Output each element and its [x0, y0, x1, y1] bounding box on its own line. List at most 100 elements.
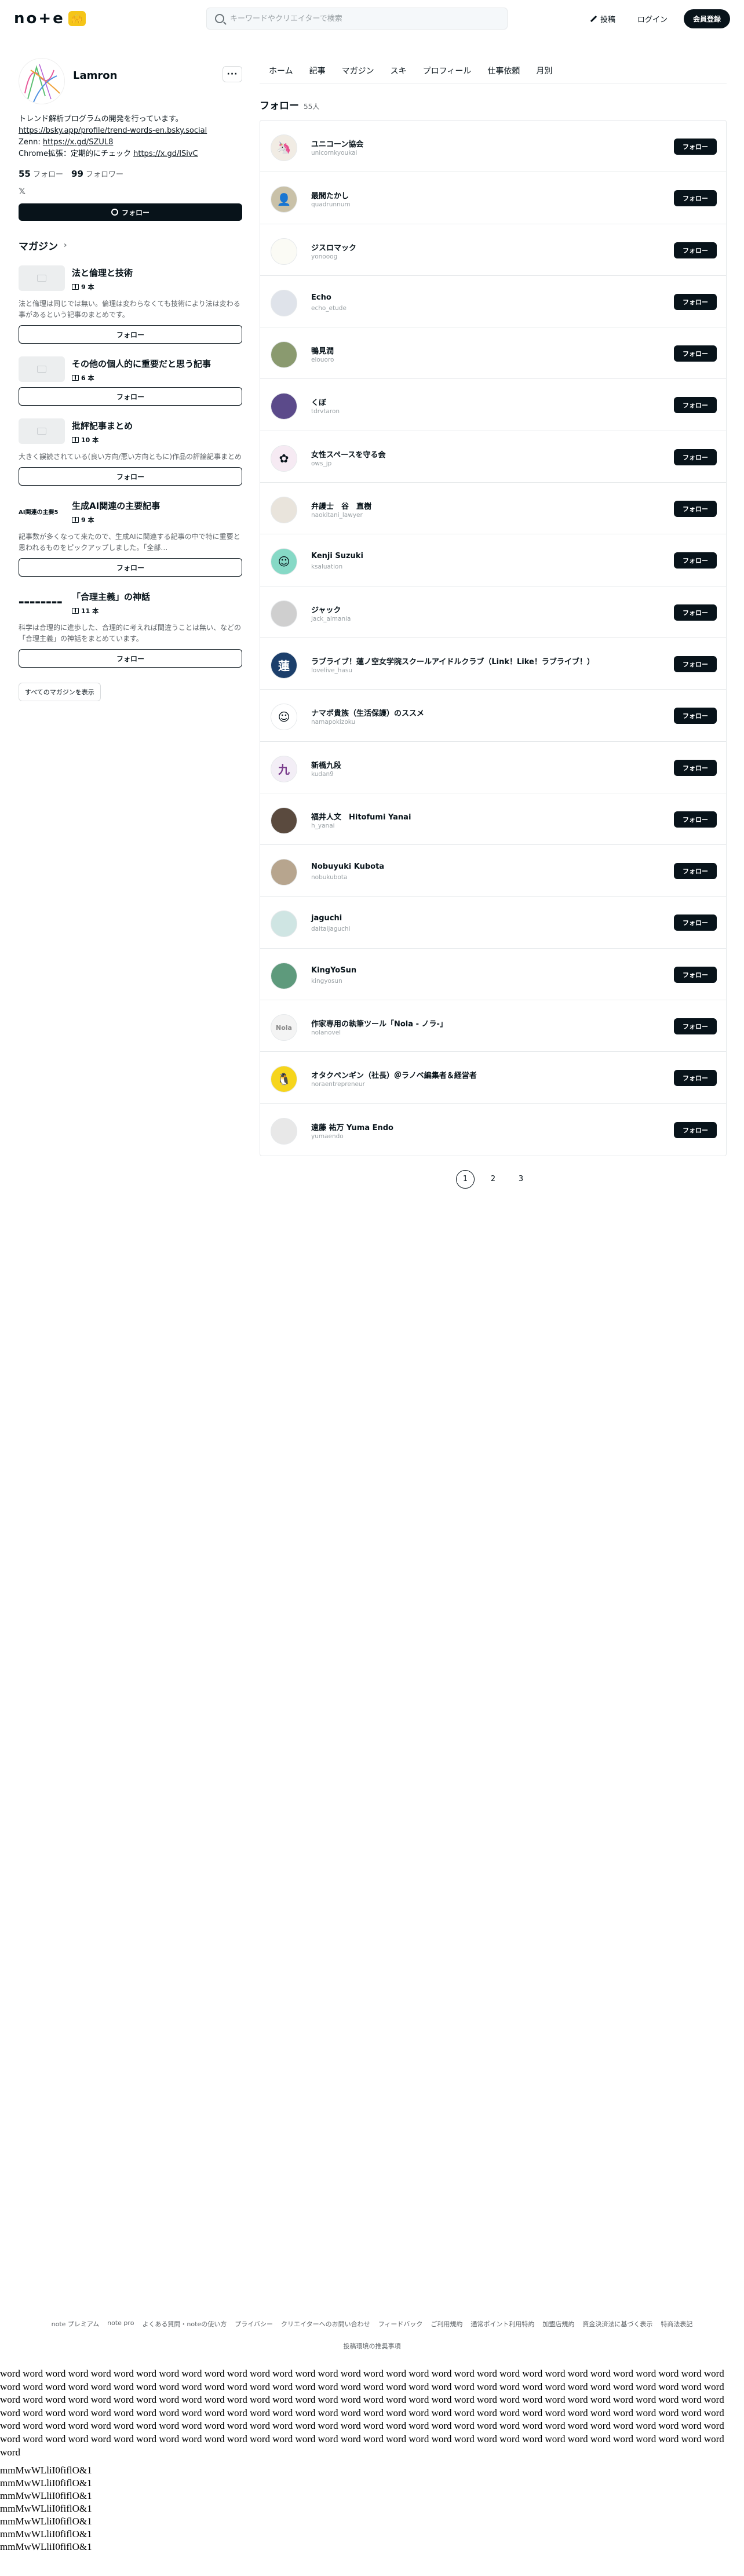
followers-stat[interactable]: 99 フォロワー — [71, 168, 123, 179]
user-name[interactable]: 福井人文 Hitofumi Yanai — [311, 811, 411, 822]
follow-user-button[interactable]: フォロー — [674, 811, 717, 828]
user-name[interactable]: 弁護士 谷 直樹 — [311, 500, 371, 511]
magazines-heading[interactable]: マガジン › — [19, 238, 242, 253]
user-avatar[interactable]: ☺ — [271, 704, 297, 731]
search-box[interactable] — [206, 8, 508, 30]
follow-user-button[interactable]: フォロー — [674, 552, 717, 569]
all-magazines-button[interactable]: すべてのマガジンを表示 — [19, 683, 101, 701]
magazine-title[interactable]: その他の個人的に重要だと思う記事 — [72, 358, 211, 370]
following-stat[interactable]: 55 フォロー — [19, 168, 63, 179]
follow-user-button[interactable]: フォロー — [674, 655, 717, 672]
user-name[interactable]: Kenji Suzuki — [311, 552, 363, 560]
follow-user-button[interactable]: フォロー — [674, 190, 717, 207]
user-avatar[interactable] — [271, 807, 297, 834]
footer-link[interactable]: 加盟店規約 — [542, 2319, 574, 2329]
user-avatar[interactable] — [271, 289, 297, 316]
follow-user-button[interactable]: フォロー — [674, 397, 717, 414]
follow-user-button[interactable]: フォロー — [674, 1070, 717, 1087]
user-avatar[interactable]: 九 — [271, 755, 297, 782]
follow-user-button[interactable]: フォロー — [674, 604, 717, 621]
tab-2[interactable]: マガジン — [342, 65, 374, 76]
user-name[interactable]: Echo — [311, 293, 331, 302]
footer-link[interactable]: ご利用規約 — [431, 2319, 462, 2329]
user-avatar[interactable] — [271, 341, 297, 369]
user-name[interactable]: くぼ — [311, 396, 326, 407]
footer-recommended-env-link[interactable]: 投稿環境の推奨事項 — [0, 2341, 744, 2351]
user-avatar[interactable]: ✿ — [271, 444, 297, 472]
user-name[interactable]: ジスロマック — [311, 242, 356, 253]
user-avatar[interactable]: 👤 — [271, 186, 297, 213]
tab-3[interactable]: スキ — [391, 65, 407, 76]
footer-link[interactable]: プライバシー — [235, 2319, 273, 2329]
magazine-title[interactable]: 法と倫理と技術 — [72, 267, 133, 279]
user-avatar[interactable]: ☺ — [271, 548, 297, 575]
magazine-thumbnail[interactable] — [19, 356, 65, 382]
footer-link[interactable]: 通常ポイント利用特約 — [471, 2319, 534, 2329]
follow-user-button[interactable]: フォロー — [674, 293, 717, 310]
user-avatar[interactable]: 蓮 — [271, 651, 297, 679]
user-avatar[interactable] — [271, 1117, 297, 1145]
page-3[interactable]: 3 — [512, 1170, 530, 1189]
user-name[interactable]: 鴨見潤 — [311, 345, 334, 356]
magazine-thumbnail[interactable] — [19, 418, 65, 444]
tab-0[interactable]: ホーム — [269, 65, 293, 76]
user-name[interactable]: Nobuyuki Kubota — [311, 862, 384, 871]
user-name[interactable]: 最間たかし — [311, 190, 349, 201]
magazine-follow-button[interactable]: フォロー — [19, 387, 242, 406]
magazine-follow-button[interactable]: フォロー — [19, 649, 242, 668]
user-name[interactable]: jaguchi — [311, 914, 342, 923]
bio-chrome-link[interactable]: https://x.gd/lSivC — [133, 150, 198, 158]
magazine-follow-button[interactable]: フォロー — [19, 467, 242, 486]
user-avatar[interactable] — [271, 393, 297, 420]
magazine-head[interactable]: その他の個人的に重要だと思う記事 6 本 — [19, 356, 242, 382]
magazine-thumbnail[interactable] — [19, 265, 65, 291]
user-name[interactable]: ナマポ貴族（生活保護）のススメ — [311, 707, 424, 718]
user-avatar[interactable] — [271, 238, 297, 265]
magazine-head[interactable]: 法と倫理と技術 9 本 — [19, 265, 242, 292]
user-name[interactable]: ラブライブ！蓮ノ空女学院スクールアイドルクラブ（Link！Like！ラブライブ！… — [311, 655, 595, 666]
follow-user-button[interactable]: フォロー — [674, 1121, 717, 1138]
user-avatar[interactable] — [271, 600, 297, 627]
magazine-title[interactable]: 「合理主義」の神話 — [72, 591, 150, 603]
user-name[interactable]: オタクペンギン（社長）＠ラノベ編集者＆経営者 — [311, 1069, 477, 1080]
user-name[interactable]: 遠藤 祐万 Yuma Endo — [311, 1121, 393, 1132]
magazine-thumbnail[interactable]: ▬▬▬▬▬▬▬▬ — [19, 589, 65, 615]
user-avatar[interactable] — [271, 910, 297, 938]
magazine-head[interactable]: ▬▬▬▬▬▬▬▬ 「合理主義」の神話 11 本 — [19, 589, 242, 615]
tab-1[interactable]: 記事 — [309, 65, 326, 76]
footer-link[interactable]: note pro — [107, 2319, 134, 2329]
tab-5[interactable]: 仕事依頼 — [487, 65, 520, 76]
note-logo[interactable]: no+e 🙌 — [14, 10, 86, 27]
user-name[interactable]: KingYoSun — [311, 966, 356, 975]
user-avatar[interactable] — [271, 497, 297, 524]
follow-user-button[interactable]: フォロー — [674, 914, 717, 931]
user-avatar[interactable]: 🦄 — [271, 134, 297, 161]
user-avatar[interactable]: Nola — [271, 1014, 297, 1041]
follow-user-button[interactable]: フォロー — [674, 242, 717, 258]
footer-link[interactable]: 資金決済法に基づく表示 — [582, 2319, 652, 2329]
login-button[interactable]: ログイン — [629, 9, 676, 28]
user-name[interactable]: ユニコーン協会 — [311, 138, 363, 149]
follow-user-button[interactable]: フォロー — [674, 966, 717, 983]
search-input[interactable] — [230, 14, 485, 23]
page-2[interactable]: 2 — [484, 1170, 502, 1189]
tab-6[interactable]: 月別 — [536, 65, 552, 76]
follow-user-button[interactable]: フォロー — [674, 1018, 717, 1035]
signup-button[interactable]: 会員登録 — [683, 9, 730, 28]
magazine-thumbnail[interactable]: AI関連の主要5 — [19, 498, 65, 524]
user-name[interactable]: ジャック — [311, 604, 341, 615]
user-avatar[interactable]: 🐧 — [271, 1066, 297, 1093]
user-name[interactable]: 作家専用の執筆ツール「Nola - ノラ-」 — [311, 1018, 447, 1029]
footer-link[interactable]: フィードバック — [378, 2319, 423, 2329]
footer-link[interactable]: 特商法表記 — [661, 2319, 692, 2329]
user-name[interactable]: 新橋九段 — [311, 759, 341, 770]
profile-avatar[interactable] — [19, 58, 65, 104]
footer-link[interactable]: よくある質問・noteの使い方 — [142, 2319, 227, 2329]
magazine-follow-button[interactable]: フォロー — [19, 325, 242, 344]
footer-link[interactable]: クリエイターへのお問い合わせ — [281, 2319, 370, 2329]
user-name[interactable]: 女性スペースを守る会 — [311, 449, 385, 460]
page-1[interactable]: 1 — [456, 1169, 475, 1189]
magazine-follow-button[interactable]: フォロー — [19, 558, 242, 577]
post-button[interactable]: 投稿 — [584, 10, 621, 28]
follow-user-button[interactable]: フォロー — [674, 139, 717, 155]
